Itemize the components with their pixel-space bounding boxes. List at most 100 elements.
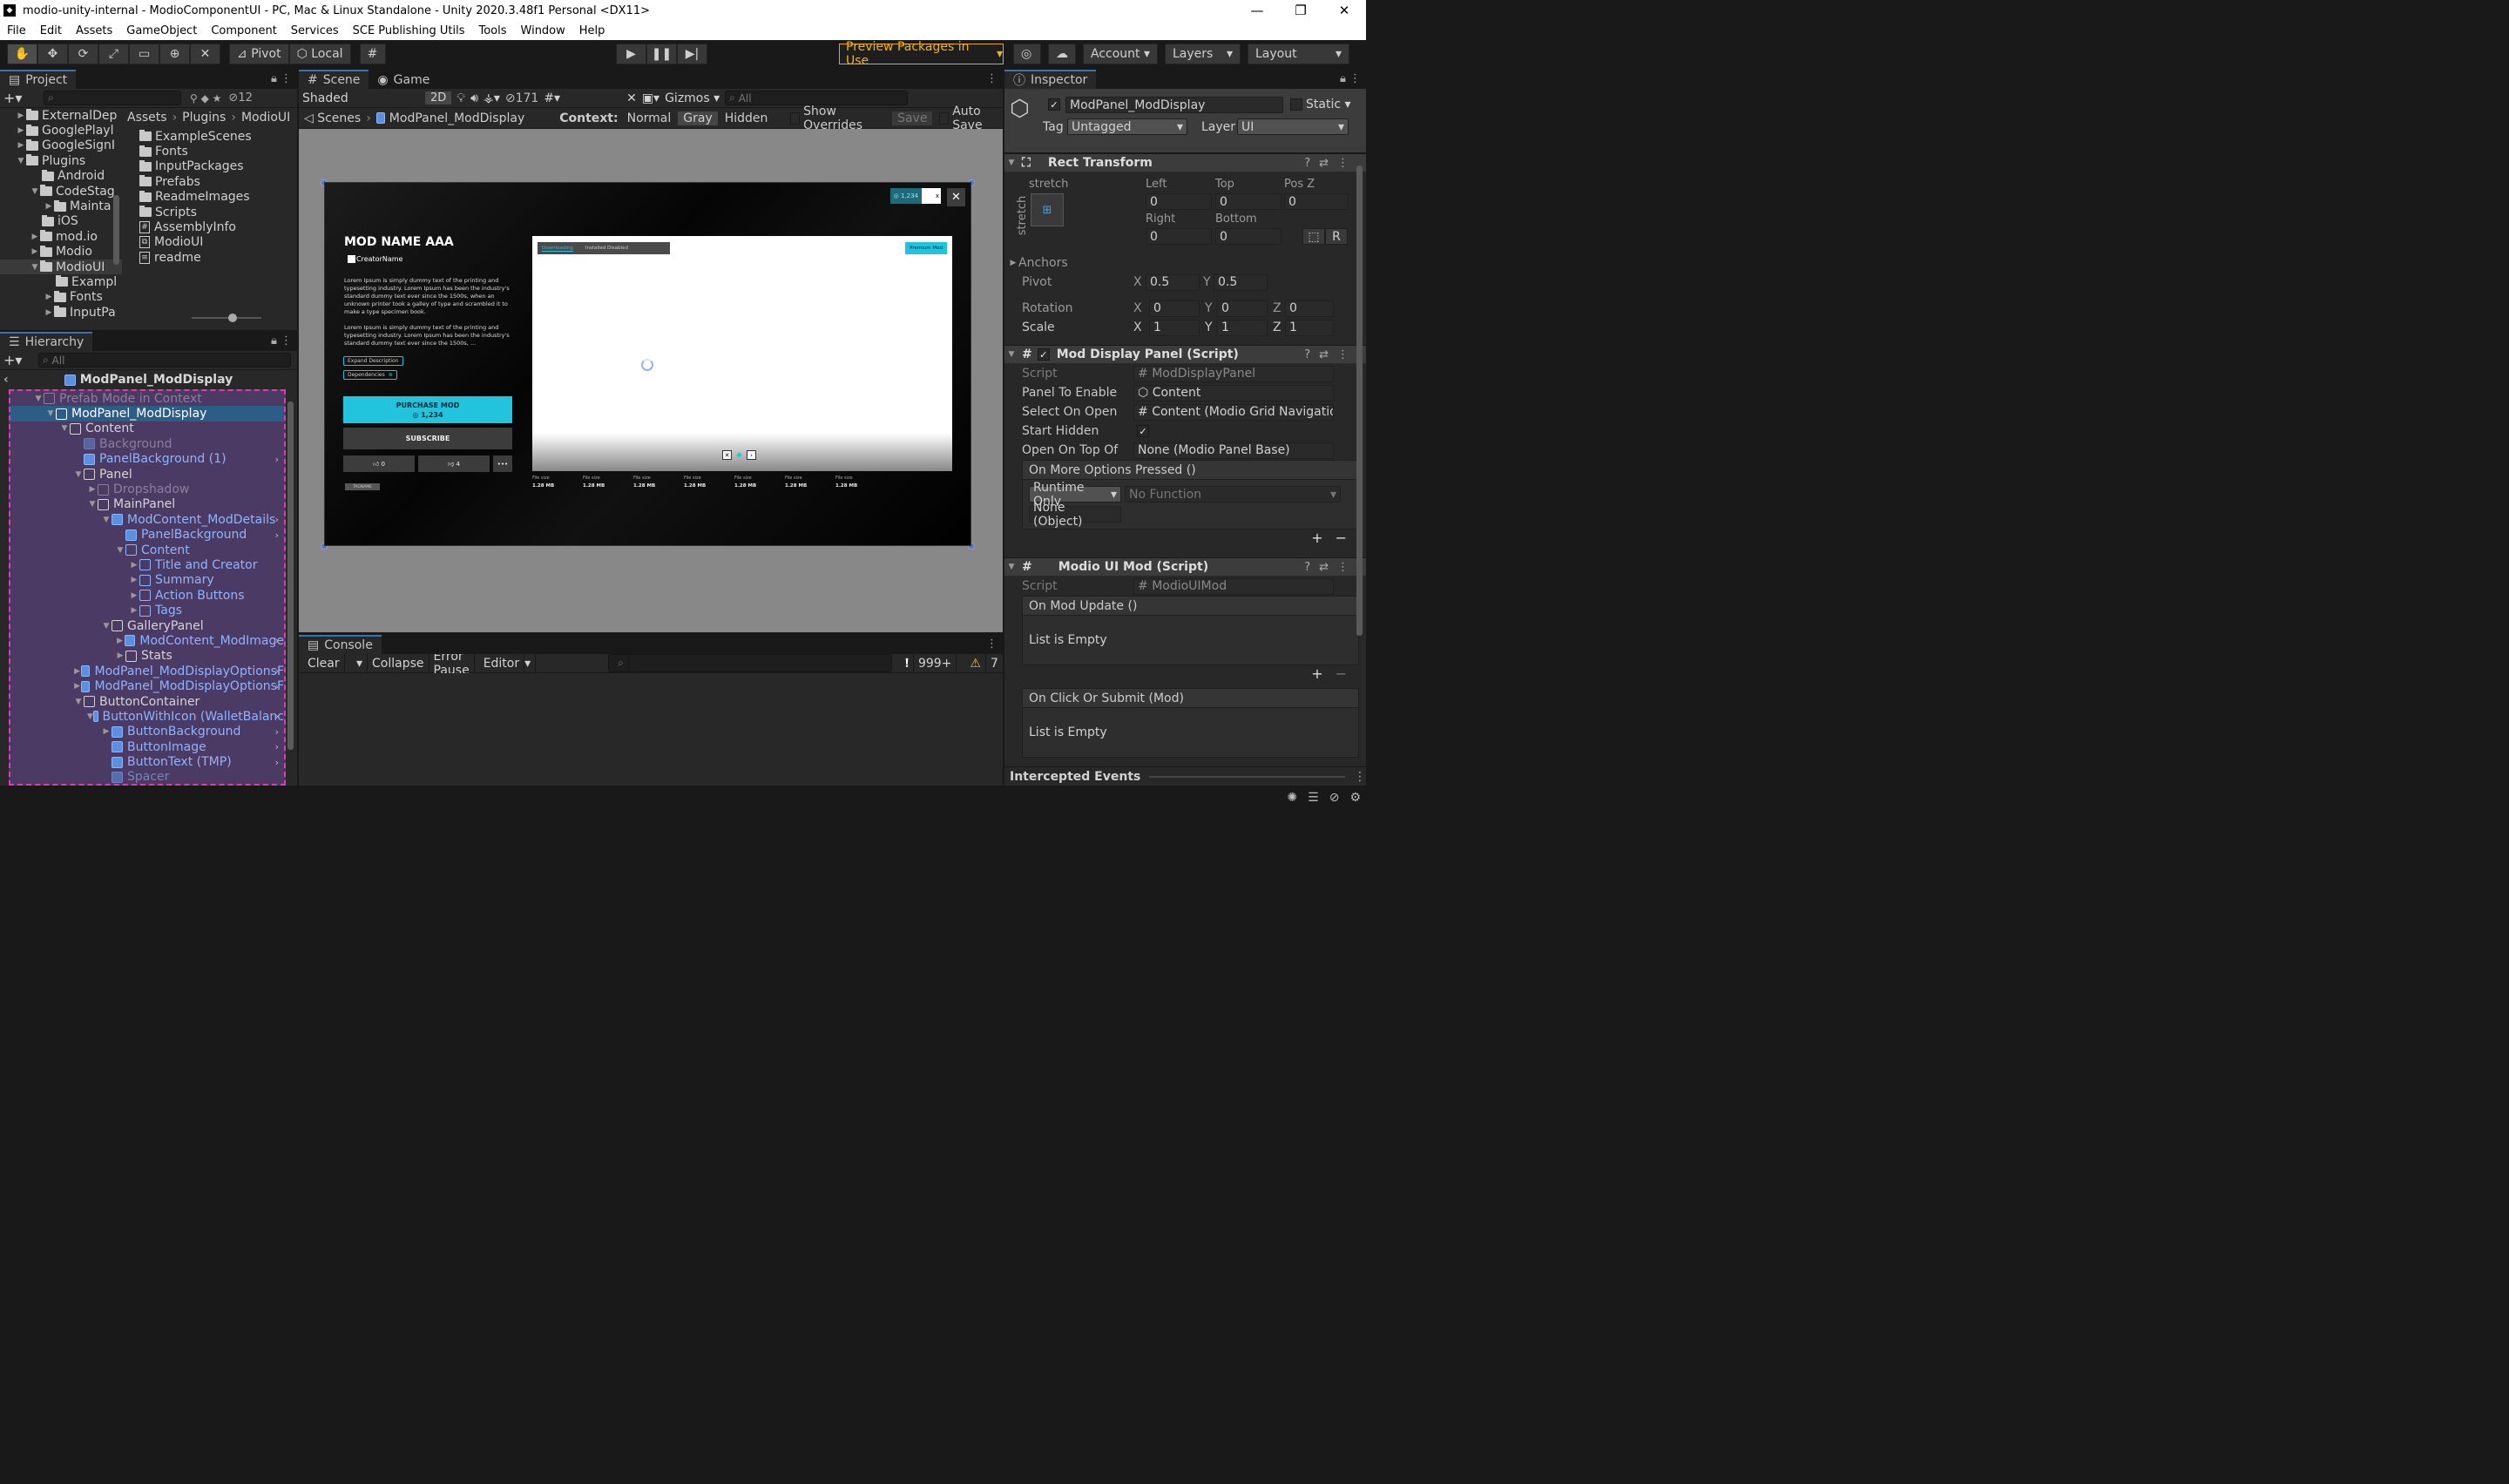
- grid-icon[interactable]: #▾: [544, 91, 560, 105]
- filter-type-icon[interactable]: ⚲ ◆ ★: [190, 92, 221, 105]
- table-row[interactable]: ▼ Content: [10, 543, 284, 557]
- menu-sce-publishing[interactable]: SCE Publishing Utils: [346, 24, 472, 37]
- function-dropdown[interactable]: No Function ▾: [1125, 486, 1341, 503]
- custom-tool-icon[interactable]: ✕: [190, 44, 220, 64]
- subscribe-button[interactable]: SUBSCRIBE: [343, 428, 512, 449]
- rotation-z-field[interactable]: 0: [1285, 300, 1334, 317]
- menu-services[interactable]: Services: [284, 24, 346, 37]
- lock-icon[interactable]: 🔒︎ ⋮: [271, 334, 292, 347]
- purchase-mod-button[interactable]: PURCHASE MOD ◎ 1,234: [343, 396, 512, 423]
- target-object-field[interactable]: None (Object): [1029, 501, 1121, 529]
- more-options-icon[interactable]: ⋮: [986, 637, 998, 651]
- console-search-input[interactable]: ⌕: [608, 654, 893, 672]
- error-pause-toggle[interactable]: Error Pause: [429, 650, 475, 678]
- list-item[interactable]: Fonts: [139, 144, 297, 159]
- hidden-objects-icon[interactable]: ⊘171: [505, 91, 538, 105]
- active-checkbox[interactable]: ✓: [1048, 98, 1060, 111]
- breadcrumb-prefab[interactable]: ModPanel_ModDisplay: [389, 111, 524, 125]
- more-options-icon[interactable]: ⋮: [1354, 770, 1366, 784]
- table-row[interactable]: ▶ ModPanel_ModDisplayOptionsF ›: [10, 664, 284, 678]
- restore-button[interactable]: ❐: [1279, 3, 1322, 18]
- collab-icon[interactable]: ◎: [1013, 44, 1041, 64]
- list-item[interactable]: ▶ mod.io: [0, 229, 122, 244]
- layout-dropdown[interactable]: Layout ▾: [1248, 44, 1349, 64]
- tab-inspector[interactable]: ⓘ Inspector: [1004, 70, 1097, 89]
- breadcrumb-scenes[interactable]: Scenes: [317, 111, 361, 125]
- close-icon[interactable]: ✕: [947, 188, 965, 206]
- chevron-right-icon[interactable]: ›: [275, 741, 279, 752]
- list-item[interactable]: ReadmeImages: [139, 190, 297, 205]
- table-row[interactable]: ▼ ButtonContainer: [10, 694, 284, 709]
- mod-display-panel-header[interactable]: ▼ # ✓ Mod Display Panel (Script) ?⇄⋮: [1004, 345, 1366, 364]
- list-item[interactable]: ⧉ ModioUI: [139, 235, 297, 250]
- chevron-right-icon[interactable]: ›: [275, 711, 279, 722]
- chevron-right-icon[interactable]: ›: [275, 665, 279, 677]
- layer-dropdown[interactable]: UI ▾: [1237, 118, 1349, 135]
- table-row[interactable]: ▼ MainPanel: [10, 497, 284, 512]
- rect-transform-header[interactable]: ▼ ⛶ Rect Transform ?⇄⋮: [1004, 153, 1366, 172]
- lighting-icon[interactable]: 💡︎: [456, 91, 465, 105]
- clear-dropdown[interactable]: Clear ▾: [299, 654, 369, 672]
- error-count-toggle[interactable]: ❗︎ 999+: [896, 654, 961, 672]
- add-icon[interactable]: +: [1311, 665, 1322, 685]
- layers-dropdown[interactable]: Layers ▾: [1165, 44, 1241, 64]
- add-icon[interactable]: +▾: [3, 90, 26, 106]
- list-item[interactable]: Prefabs: [139, 174, 297, 189]
- table-row[interactable]: ▼ ButtonWithIcon (WalletBalanc ›: [10, 709, 284, 724]
- component-actions-icons[interactable]: ?⇄⋮: [1304, 157, 1357, 170]
- menu-help[interactable]: Help: [572, 24, 612, 37]
- move-tool-icon[interactable]: ✥: [37, 44, 68, 64]
- breadcrumb-item[interactable]: ModioUI: [241, 111, 290, 125]
- show-overrides-checkbox[interactable]: [790, 111, 801, 125]
- tab-hierarchy[interactable]: ☰ Hierarchy: [0, 332, 93, 351]
- pivot-y-field[interactable]: 0.5: [1214, 273, 1268, 291]
- component-actions-icons[interactable]: ?⇄⋮: [1304, 348, 1357, 361]
- console-log-list[interactable]: [299, 673, 1003, 786]
- table-row[interactable]: ButtonImage ›: [10, 739, 284, 754]
- list-item[interactable]: ▶ Modio: [0, 245, 122, 260]
- tab-project[interactable]: ▤ Project: [0, 70, 77, 89]
- table-row[interactable]: ▶ Action Buttons: [10, 588, 284, 603]
- step-button[interactable]: ▶|: [677, 44, 707, 64]
- dislike-button[interactable]: 👎︎ 4: [418, 455, 490, 472]
- lock-icon[interactable]: 🔒︎ ⋮: [1340, 72, 1361, 85]
- list-item[interactable]: Scripts: [139, 205, 297, 219]
- mode-2d-toggle[interactable]: 2D: [425, 91, 452, 105]
- warning-count-toggle[interactable]: ⚠︎ 7: [961, 654, 1003, 672]
- chevron-right-icon[interactable]: ›: [275, 726, 279, 738]
- table-row[interactable]: ▶ ButtonBackground ›: [10, 725, 284, 739]
- gallery-prev-button[interactable]: ✕: [722, 450, 732, 460]
- table-row[interactable]: ▶ ModPanel_ModDisplayOptionsF ›: [10, 678, 284, 693]
- rotate-tool-icon[interactable]: ⟳: [68, 44, 98, 64]
- table-row[interactable]: ▼ Panel: [10, 467, 284, 482]
- progress-icon[interactable]: ☰: [1308, 791, 1319, 805]
- table-row[interactable]: ▼ GalleryPanel: [10, 618, 284, 633]
- scale-z-field[interactable]: 1: [1285, 319, 1334, 336]
- camera-icon[interactable]: ▣▾: [642, 91, 659, 105]
- like-button[interactable]: 👍︎ 0: [343, 455, 415, 472]
- scene-viewport[interactable]: MOD NAME AAA CreatorName Lorem Ipsum is …: [299, 129, 1003, 632]
- list-item[interactable]: ▼ ModioUI: [0, 259, 122, 275]
- table-row[interactable]: ▶ Stats: [10, 649, 284, 664]
- breadcrumb-item[interactable]: Plugins: [182, 111, 226, 125]
- tab-console[interactable]: ▤ Console: [299, 635, 382, 654]
- pivot-toggle[interactable]: ⊿ Pivot: [229, 44, 289, 64]
- gear-icon[interactable]: ⚙: [1349, 791, 1361, 805]
- start-hidden-checkbox[interactable]: ✓: [1137, 425, 1149, 437]
- raw-edit-button[interactable]: R: [1325, 228, 1348, 245]
- static-dropdown[interactable]: Static ▾: [1306, 98, 1351, 111]
- lock-icon[interactable]: 🔒︎ ⋮: [271, 72, 292, 85]
- effects-icon[interactable]: ⚶▾: [484, 91, 500, 105]
- open-on-top-field[interactable]: None (Modio Panel Base): [1133, 442, 1334, 459]
- table-row[interactable]: ▶ Summary: [10, 573, 284, 588]
- hierarchy-search-input[interactable]: ⌕ All: [38, 353, 291, 368]
- dependencies-button[interactable]: Dependencies ⊛: [343, 370, 397, 380]
- list-item[interactable]: ▼ Prefab Mode in Context: [10, 391, 284, 406]
- select-on-open-field[interactable]: # Content (Modio Grid Navigation: [1133, 403, 1334, 421]
- scale-x-field[interactable]: 1: [1149, 319, 1200, 336]
- list-item[interactable]: ▶ Fonts: [0, 290, 122, 305]
- table-row[interactable]: ButtonText (TMP) ›: [10, 754, 284, 769]
- gallery-dot[interactable]: [737, 453, 741, 457]
- project-tree-scrollbar[interactable]: [113, 195, 119, 265]
- top-field[interactable]: 0: [1215, 193, 1282, 210]
